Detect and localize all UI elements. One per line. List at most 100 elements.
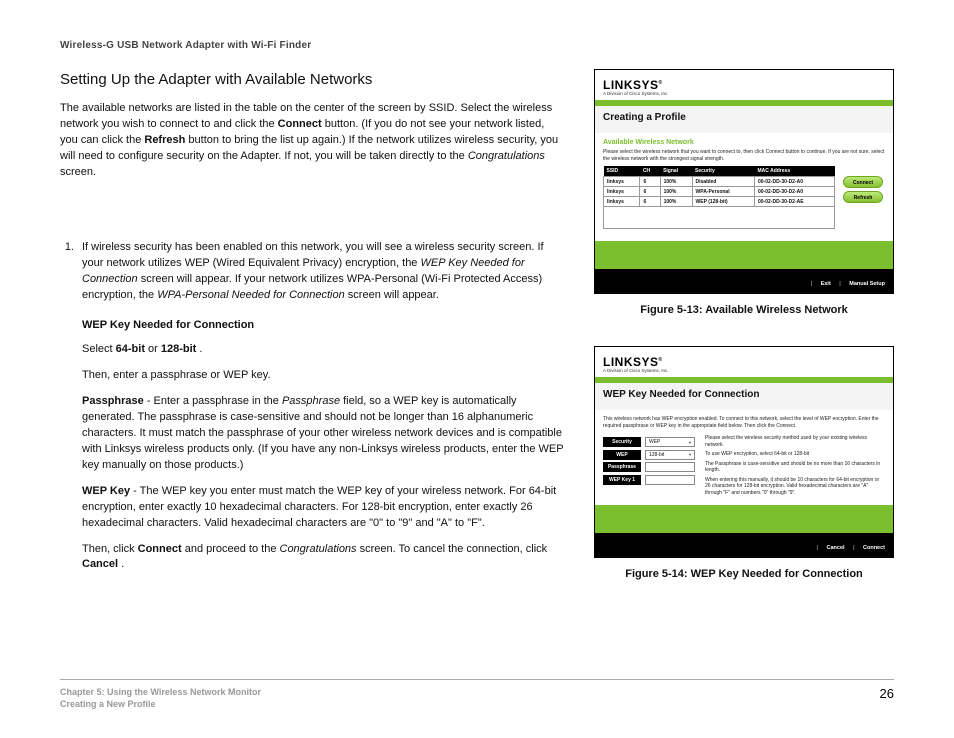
network-table-wrap: SSID CH Signal Security MAC Address — [603, 162, 835, 235]
table-header-row: SSID CH Signal Security MAC Address — [604, 166, 835, 177]
field-label-wepkey1: WEP Key 1 — [603, 475, 641, 485]
text: screen. — [60, 166, 96, 178]
then-enter-line: Then, enter a passphrase or WEP key. — [82, 368, 564, 384]
text: Then, click — [82, 543, 138, 555]
two-column-layout: Setting Up the Adapter with Available Ne… — [60, 69, 894, 610]
exit-button[interactable]: Exit — [821, 281, 831, 287]
field-label-passphrase: Passphrase — [603, 462, 641, 472]
logo-subtitle: A Division of Cisco Systems, Inc. — [603, 368, 669, 373]
cell-ch: 6 — [640, 177, 660, 187]
text: - Enter a passphrase in the — [147, 395, 282, 407]
text: . — [199, 343, 202, 355]
hints-column: Please select the wireless security meth… — [705, 435, 885, 499]
wep-row: WEP 128-bit — [603, 450, 699, 460]
field-label-security: Security — [603, 437, 641, 447]
panel: WEP Key Needed for Connection — [595, 383, 893, 410]
section-title: Setting Up the Adapter with Available Ne… — [60, 69, 564, 91]
figure-5-14: LINKSYS® A Division of Cisco Systems, In… — [594, 346, 894, 558]
panel: Creating a Profile — [595, 106, 893, 133]
text: and proceed to the — [185, 543, 280, 555]
table-row — [604, 207, 835, 229]
green-footer-bar — [595, 241, 893, 269]
select-line: Select 64-bit or 128-bit . — [82, 342, 564, 358]
panel-body: Available Wireless Network Please select… — [595, 133, 893, 241]
dialog-footer: | Cancel | Connect — [595, 533, 893, 557]
connect-button[interactable]: Connect — [843, 176, 883, 188]
cell-security: WPA-Personal — [692, 187, 754, 197]
table-area: SSID CH Signal Security MAC Address — [603, 162, 885, 235]
cell-mac: 00-02-DD-30-D2-A0 — [755, 187, 835, 197]
divider: | — [817, 545, 819, 551]
logo-text: LINKSYS — [603, 355, 659, 369]
page-footer: Chapter 5: Using the Wireless Network Mo… — [60, 679, 894, 710]
footer-chapter: Chapter 5: Using the Wireless Network Mo… — [60, 686, 261, 698]
button-column: Connect Refresh — [841, 162, 885, 235]
footer-section: Creating a New Profile — [60, 698, 261, 710]
security-dropdown[interactable]: WEP — [645, 437, 695, 447]
connect-label: Connect — [138, 543, 182, 555]
li1-para: If wireless security has been enabled on… — [82, 240, 564, 304]
linksys-logo: LINKSYS® A Division of Cisco Systems, In… — [603, 79, 669, 96]
cell-security: Disabled — [692, 177, 754, 187]
panel-title: WEP Key Needed for Connection — [603, 389, 885, 400]
linksys-logo: LINKSYS® A Division of Cisco Systems, In… — [603, 356, 669, 373]
text: . — [121, 558, 124, 570]
cancel-button[interactable]: Cancel — [827, 545, 845, 551]
figure-5-13: LINKSYS® A Division of Cisco Systems, In… — [594, 69, 894, 294]
hint-wepkey: When entering this manually, it should b… — [705, 477, 885, 497]
networks-table: SSID CH Signal Security MAC Address — [603, 166, 835, 229]
wepkey1-input[interactable] — [645, 475, 695, 485]
cell-signal: 100% — [660, 197, 692, 207]
list-number: 1. — [60, 240, 74, 583]
dialog-footer: | Exit | Manual Setup — [595, 269, 893, 293]
text: or — [148, 343, 161, 355]
manual-setup-button[interactable]: Manual Setup — [849, 281, 885, 287]
list-item-1: 1. If wireless security has been enabled… — [60, 240, 564, 583]
green-footer-bar — [595, 505, 893, 533]
cell-ch: 6 — [640, 197, 660, 207]
figures-column: LINKSYS® A Division of Cisco Systems, In… — [594, 69, 894, 610]
wepkey1-row: WEP Key 1 — [603, 475, 699, 485]
intro-paragraph: The available networks are listed in the… — [60, 101, 564, 181]
section-header: Available Wireless Network — [603, 139, 885, 146]
th-mac: MAC Address — [755, 166, 835, 177]
table-row[interactable]: linksys 6 100% WPA-Personal 00-02-DD-30-… — [604, 187, 835, 197]
field-label-wep: WEP — [603, 450, 641, 460]
cancel-label: Cancel — [82, 558, 118, 570]
closing-paragraph: Then, click Connect and proceed to the C… — [82, 542, 564, 574]
passphrase-input[interactable] — [645, 462, 695, 472]
passphrase-field: Passphrase — [282, 395, 340, 407]
connect-button[interactable]: Connect — [863, 545, 885, 551]
panel-title: Creating a Profile — [603, 112, 885, 123]
section-desc: This wireless network has WEP encryption… — [603, 416, 885, 429]
cell-ch: 6 — [640, 187, 660, 197]
th-ch: CH — [640, 166, 660, 177]
refresh-button[interactable]: Refresh — [843, 191, 883, 203]
figure-caption: Figure 5-14: WEP Key Needed for Connecti… — [594, 568, 894, 580]
passphrase-row: Passphrase — [603, 462, 699, 472]
document-page: Wireless-G USB Network Adapter with Wi-F… — [0, 0, 954, 738]
hint-passphrase: The Passphrase is case-sensitive and sho… — [705, 461, 885, 474]
cell-mac: 00-02-DD-30-D2-AE — [755, 197, 835, 207]
linksys-header: LINKSYS® A Division of Cisco Systems, In… — [595, 347, 893, 377]
panel-body: This wireless network has WEP encryption… — [595, 410, 893, 505]
cell-signal: 100% — [660, 177, 692, 187]
wep-dropdown[interactable]: 128-bit — [645, 450, 695, 460]
logo-text: LINKSYS — [603, 78, 659, 92]
text: Select — [82, 343, 116, 355]
connect-label: Connect — [278, 118, 322, 130]
cell-security: WEP (128-bit) — [692, 197, 754, 207]
divider: | — [839, 281, 841, 287]
passphrase-paragraph: Passphrase - Enter a passphrase in the P… — [82, 394, 564, 474]
cell-ssid: linksys — [604, 187, 640, 197]
wepkey-paragraph: WEP Key - The WEP key you enter must mat… — [82, 484, 564, 532]
table-row[interactable]: linksys 6 100% Disabled 00-02-DD-30-D2-A… — [604, 177, 835, 187]
divider: | — [853, 545, 855, 551]
hint-security: Please select the wireless security meth… — [705, 435, 885, 448]
security-row: Security WEP — [603, 437, 699, 447]
table-row[interactable]: linksys 6 100% WEP (128-bit) 00-02-DD-30… — [604, 197, 835, 207]
logo-subtitle: A Division of Cisco Systems, Inc. — [603, 91, 669, 96]
cell-mac: 00-02-DD-30-D2-A0 — [755, 177, 835, 187]
text: screen. To cancel the connection, click — [360, 543, 548, 555]
section-desc: Please select the wireless network that … — [603, 149, 885, 162]
